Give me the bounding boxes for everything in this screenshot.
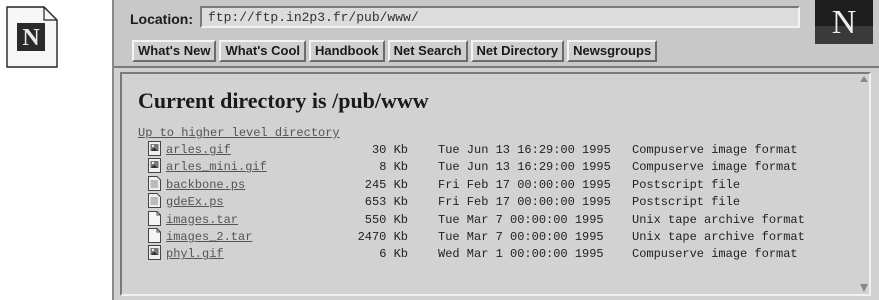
whats-cool-button[interactable]: What's Cool xyxy=(219,40,307,62)
netscape-file-icon[interactable]: N xyxy=(6,6,58,68)
location-field[interactable]: ftp://ftp.in2p3.fr/pub/www/ xyxy=(200,6,800,28)
file-date: Fri Feb 17 00:00:00 1995 xyxy=(438,177,611,192)
file-row: backbone.ps 245 Kb Fri Feb 17 00:00:00 199… xyxy=(148,175,868,193)
directory-button-bar: What's New What's Cool Handbook Net Sear… xyxy=(132,40,658,62)
file-type: Compuserve image format xyxy=(632,247,798,262)
scroll-down-arrow[interactable] xyxy=(860,284,868,292)
page-title: Current directory is /pub/www xyxy=(138,88,429,113)
text-file-icon[interactable] xyxy=(148,193,161,209)
file-size: 550 Kb xyxy=(364,212,408,227)
file-type: Postscript file xyxy=(632,177,741,192)
file-name-link[interactable]: gdeEx.ps xyxy=(166,195,224,209)
file-type: Unix tape archive format xyxy=(632,229,805,244)
file-row: arles_mini.gif 8 Kb Tue Jun 13 16:29:00 19… xyxy=(148,158,868,175)
browser-toolbar: Location: ftp://ftp.in2p3.fr/pub/www/ N … xyxy=(114,0,879,68)
logo-letter: N xyxy=(832,4,857,41)
net-directory-button[interactable]: Net Directory xyxy=(470,40,565,62)
file-name-link[interactable]: arles.gif xyxy=(166,143,231,157)
file-date: Wed Mar 1 00:00:00 1995 xyxy=(438,247,604,262)
netscape-logo-icon[interactable]: N xyxy=(815,0,873,44)
file-size: 30 Kb xyxy=(371,143,408,157)
scroll-up-arrow[interactable] xyxy=(860,76,868,82)
file-row: arles.gif 30 Kb Tue Jun 13 16:29:00 1995 Co… xyxy=(148,141,868,158)
location-label: Location: xyxy=(130,11,193,27)
file-row: images.tar 550 Kb Tue Mar 7 00:00:00 1995 U… xyxy=(148,210,868,228)
file-type: Postscript file xyxy=(632,195,741,210)
file-row: phyl.gif 6 Kb Wed Mar 1 00:00:00 1995 Compu… xyxy=(148,245,868,262)
blank-file-icon[interactable] xyxy=(148,210,161,226)
file-type: Compuserve image format xyxy=(632,143,798,157)
net-search-button[interactable]: Net Search xyxy=(387,40,468,62)
image-file-icon[interactable] xyxy=(148,141,161,156)
file-row: gdeEx.ps 653 Kb Fri Feb 17 00:00:00 1995 Po… xyxy=(148,193,868,210)
file-size: 8 Kb xyxy=(379,160,408,175)
file-type: Unix tape archive format xyxy=(632,212,805,227)
whats-new-button[interactable]: What's New xyxy=(132,40,217,62)
file-name-link[interactable]: backbone.ps xyxy=(166,178,245,192)
file-listing: arles.gif 30 Kb Tue Jun 13 16:29:00 1995 Co… xyxy=(148,141,868,263)
file-name-link[interactable]: images_2.tar xyxy=(166,230,252,244)
image-file-icon[interactable] xyxy=(148,158,161,174)
app-icon-letter: N xyxy=(22,25,40,51)
up-directory-link[interactable]: Up to higher level directory xyxy=(138,126,340,140)
file-type: Compuserve image format xyxy=(632,160,798,175)
file-date: Tue Mar 7 00:00:00 1995 xyxy=(438,212,604,227)
file-size: 2470 Kb xyxy=(357,229,408,244)
file-date: Tue Jun 13 16:29:00 1995 xyxy=(438,143,611,157)
file-date: Fri Feb 17 00:00:00 1995 xyxy=(438,195,611,210)
file-name-link[interactable]: phyl.gif xyxy=(166,247,224,261)
handbook-button[interactable]: Handbook xyxy=(309,40,385,62)
file-date: Tue Mar 7 00:00:00 1995 xyxy=(438,229,604,244)
image-file-icon[interactable] xyxy=(148,245,161,261)
file-date: Tue Jun 13 16:29:00 1995 xyxy=(438,160,611,175)
blank-file-icon[interactable] xyxy=(148,227,161,243)
browser-window: Location: ftp://ftp.in2p3.fr/pub/www/ N … xyxy=(112,0,879,300)
file-row: images_2.tar 2470 Kb Tue Mar 7 00:00:00 19… xyxy=(148,227,868,245)
file-name-link[interactable]: images.tar xyxy=(166,213,238,227)
file-size: 245 Kb xyxy=(364,177,408,192)
file-size: 653 Kb xyxy=(364,195,408,210)
file-size: 6 Kb xyxy=(379,247,408,262)
newsgroups-button[interactable]: Newsgroups xyxy=(567,40,658,62)
page-content: Current directory is /pub/www Up to high… xyxy=(120,72,871,296)
text-file-icon[interactable] xyxy=(148,175,161,191)
file-name-link[interactable]: arles_mini.gif xyxy=(166,160,267,174)
